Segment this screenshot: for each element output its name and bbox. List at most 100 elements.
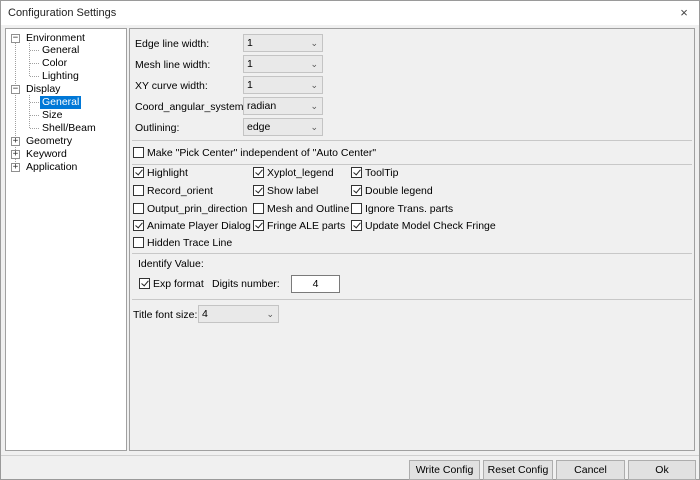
- identify-value-label: Identify Value:: [138, 258, 204, 270]
- expand-icon[interactable]: +: [11, 150, 20, 159]
- checkbox-label: Double legend: [365, 185, 433, 197]
- select-value: edge: [247, 121, 271, 133]
- edge-line-width-select[interactable]: 1 ⌄: [243, 34, 323, 52]
- checkbox-label: Record_orient: [147, 185, 213, 197]
- tree-label: General: [42, 44, 80, 56]
- chevron-down-icon: ⌄: [310, 38, 318, 48]
- tooltip-checkbox[interactable]: ToolTip: [351, 166, 398, 180]
- fringe-ale-parts-checkbox[interactable]: Fringe ALE parts: [253, 219, 345, 233]
- checkbox-box: [133, 185, 144, 196]
- checkbox-box: [133, 203, 144, 214]
- settings-tree: − Environment General Color Lighting − D…: [5, 28, 127, 451]
- checkbox-label: Output_prin_direction: [147, 203, 248, 215]
- tree-guide-line: [30, 76, 39, 77]
- checkbox-label: Show label: [267, 185, 319, 197]
- checkbox-box: [253, 167, 264, 178]
- tree-label: Color: [42, 57, 68, 69]
- title-bar: Configuration Settings ×: [1, 1, 699, 25]
- configuration-settings-window: Configuration Settings × − Environment G…: [0, 0, 700, 480]
- tree-guide-line: [30, 128, 39, 129]
- checkbox-box: [351, 185, 362, 196]
- xy-curve-width-label: XY curve width:: [135, 80, 208, 92]
- mesh-and-outline-checkbox[interactable]: Mesh and Outline: [253, 202, 349, 216]
- checkbox-label: Update Model Check Fringe: [365, 220, 496, 232]
- select-value: 4: [202, 308, 208, 320]
- tree-label: Keyword: [26, 148, 67, 160]
- checkbox-label: Hidden Trace Line: [147, 237, 233, 249]
- tree-label: Lighting: [42, 70, 79, 82]
- select-value: radian: [247, 100, 277, 112]
- display-general-panel: Edge line width: 1 ⌄ Mesh line width: 1 …: [129, 28, 695, 451]
- title-font-size-select[interactable]: 4 ⌄: [198, 305, 279, 323]
- xyplot-legend-checkbox[interactable]: Xyplot_legend: [253, 166, 334, 180]
- mesh-line-width-select[interactable]: 1 ⌄: [243, 55, 323, 73]
- separator: [132, 253, 692, 254]
- checkbox-label: Ignore Trans. parts: [365, 203, 454, 215]
- checkbox-label: ToolTip: [365, 167, 399, 179]
- checkbox-box: [139, 278, 150, 289]
- checkbox-box: [253, 203, 264, 214]
- separator: [132, 299, 692, 300]
- tree-label: Geometry: [26, 135, 73, 147]
- cancel-button[interactable]: Cancel: [556, 460, 625, 480]
- tree-label: Size: [42, 109, 63, 121]
- tree-label-selected: General: [40, 96, 82, 109]
- collapse-icon[interactable]: −: [11, 85, 20, 94]
- checkbox-label: Mesh and Outline: [267, 203, 350, 215]
- reset-config-button[interactable]: Reset Config: [483, 460, 553, 480]
- checkbox-label: Fringe ALE parts: [267, 220, 346, 232]
- checkbox-box: [253, 220, 264, 231]
- chevron-down-icon: ⌄: [310, 101, 318, 111]
- checkbox-box: [351, 167, 362, 178]
- ok-button[interactable]: Ok: [628, 460, 696, 480]
- window-title: Configuration Settings: [8, 7, 117, 19]
- outlining-select[interactable]: edge ⌄: [243, 118, 323, 136]
- checkbox-box: [133, 167, 144, 178]
- tree-label: Display: [26, 83, 61, 95]
- xy-curve-width-select[interactable]: 1 ⌄: [243, 76, 323, 94]
- highlight-checkbox[interactable]: Highlight: [133, 166, 188, 180]
- checkbox-label: Highlight: [147, 167, 188, 179]
- edge-line-width-label: Edge line width:: [135, 38, 210, 50]
- separator: [132, 164, 692, 165]
- chevron-down-icon: ⌄: [310, 122, 318, 132]
- checkbox-label: Xyplot_legend: [267, 167, 334, 179]
- update-model-check-fringe-checkbox[interactable]: Update Model Check Fringe: [351, 219, 496, 233]
- select-value: 1: [247, 37, 253, 49]
- double-legend-checkbox[interactable]: Double legend: [351, 184, 433, 198]
- collapse-icon[interactable]: −: [11, 34, 20, 43]
- checkbox-box: [351, 220, 362, 231]
- checkbox-label: Make "Pick Center" independent of "Auto …: [147, 147, 377, 159]
- tree-label: Shell/Beam: [42, 122, 96, 134]
- checkbox-box: [133, 237, 144, 248]
- select-value: 1: [247, 79, 253, 91]
- checkbox-box: [133, 220, 144, 231]
- show-label-checkbox[interactable]: Show label: [253, 184, 318, 198]
- tree-guide-line: [30, 50, 39, 51]
- tree-label: Application: [26, 161, 78, 173]
- pick-center-checkbox[interactable]: Make "Pick Center" independent of "Auto …: [133, 146, 376, 160]
- animate-player-dialog-checkbox[interactable]: Animate Player Dialog: [133, 219, 251, 233]
- tree-guide-line: [29, 95, 30, 128]
- output-prin-direction-checkbox[interactable]: Output_prin_direction: [133, 202, 247, 216]
- digits-number-label: Digits number:: [212, 278, 280, 290]
- expand-icon[interactable]: +: [11, 137, 20, 146]
- title-font-size-label: Title font size:: [133, 309, 198, 321]
- coord-angular-system-label: Coord_angular_system:: [135, 101, 247, 113]
- close-icon[interactable]: ×: [675, 4, 693, 22]
- button-bar: Write Config Reset Config Cancel Ok: [1, 455, 699, 480]
- write-config-button[interactable]: Write Config: [409, 460, 480, 480]
- checkbox-label: Exp format: [153, 278, 204, 290]
- tree-guide-line: [30, 115, 39, 116]
- hidden-trace-line-checkbox[interactable]: Hidden Trace Line: [133, 236, 232, 250]
- checkbox-box: [351, 203, 362, 214]
- ignore-trans-parts-checkbox[interactable]: Ignore Trans. parts: [351, 202, 453, 216]
- record-orient-checkbox[interactable]: Record_orient: [133, 184, 213, 198]
- exp-format-checkbox[interactable]: Exp format: [139, 277, 204, 291]
- checkbox-label: Animate Player Dialog: [147, 220, 251, 232]
- digits-number-input[interactable]: 4: [291, 275, 340, 293]
- coord-angular-system-select[interactable]: radian ⌄: [243, 97, 323, 115]
- checkbox-box: [133, 147, 144, 158]
- expand-icon[interactable]: +: [11, 163, 20, 172]
- chevron-down-icon: ⌄: [310, 59, 318, 69]
